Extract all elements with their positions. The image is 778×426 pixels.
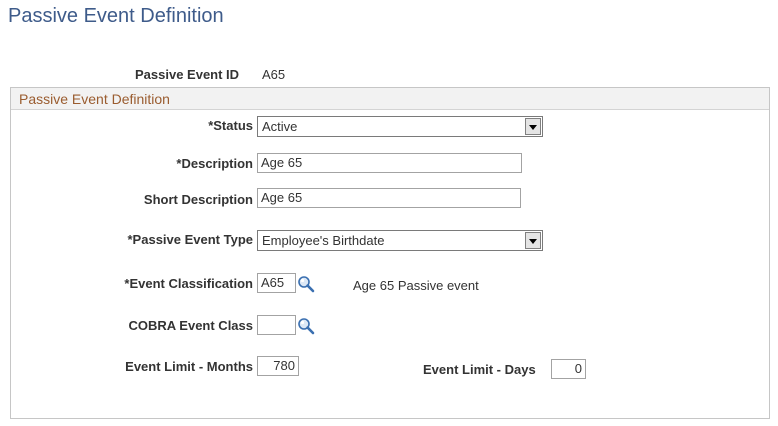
status-select[interactable]: Active — [257, 116, 543, 137]
event-classification-input[interactable]: A65 — [257, 273, 296, 293]
event-limit-months-input[interactable]: 780 — [257, 356, 299, 376]
magnifier-lookup-icon[interactable] — [297, 317, 315, 335]
status-selected-value: Active — [262, 119, 298, 134]
passive-event-id-label: Passive Event ID — [135, 67, 240, 82]
short-description-label: Short Description — [143, 192, 253, 207]
event-limit-days-label: Event Limit - Days — [423, 362, 536, 377]
passive-event-id-value: A65 — [262, 67, 286, 82]
passive-event-type-label: *Passive Event Type — [127, 232, 254, 247]
event-limit-months-label: Event Limit - Months — [125, 359, 253, 374]
magnifier-lookup-icon[interactable] — [297, 275, 315, 293]
dropdown-arrow-icon[interactable] — [525, 118, 541, 135]
status-label: *Status — [208, 118, 253, 133]
description-label: *Description — [176, 156, 253, 171]
dropdown-arrow-icon[interactable] — [525, 232, 541, 249]
group-title: Passive Event Definition — [19, 91, 170, 107]
cobra-event-class-label: COBRA Event Class — [128, 318, 254, 333]
description-input[interactable]: Age 65 — [257, 153, 522, 173]
passive-event-type-select[interactable]: Employee's Birthdate — [257, 230, 543, 251]
short-description-input[interactable]: Age 65 — [257, 188, 521, 208]
event-classification-label: *Event Classification — [124, 276, 253, 291]
page-title: Passive Event Definition — [8, 5, 224, 27]
event-limit-days-input[interactable]: 0 — [551, 359, 586, 379]
event-classification-description: Age 65 Passive event — [353, 278, 479, 293]
group-header: Passive Event Definition — [11, 88, 769, 110]
passive-event-type-selected-value: Employee's Birthdate — [262, 233, 385, 248]
cobra-event-class-input[interactable] — [257, 315, 296, 335]
